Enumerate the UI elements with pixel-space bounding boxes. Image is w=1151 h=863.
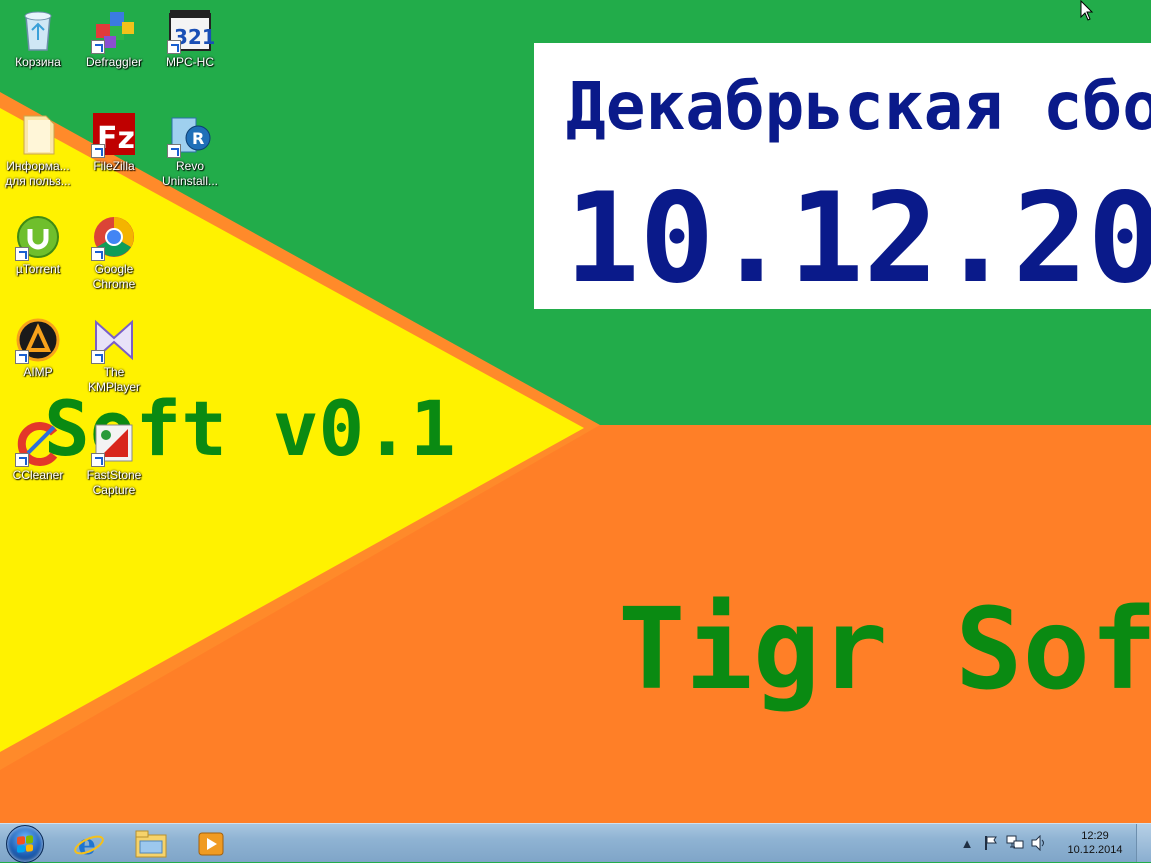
icon-label: MPC-HC [166, 55, 214, 69]
desktop-icon-folder[interactable]: Информа... для польз... [1, 110, 75, 189]
desktop-icon-faststone-capture[interactable]: FastStone Capture [77, 419, 151, 498]
wallpaper-date: 10.12.201 [565, 167, 1151, 311]
svg-text:R: R [192, 129, 204, 148]
defraggler-icon [90, 6, 138, 54]
media-player-icon [198, 832, 224, 856]
utorrent-icon [14, 213, 62, 261]
recycle-bin-icon [14, 6, 62, 54]
faststone-capture-icon [90, 419, 138, 467]
shortcut-arrow-icon [91, 40, 105, 54]
icon-label: µTorrent [15, 262, 61, 276]
show-desktop-button[interactable] [1136, 824, 1151, 862]
shortcut-arrow-icon [91, 247, 105, 261]
icon-label: Google Chrome [92, 262, 136, 291]
shortcut-arrow-icon [15, 453, 29, 467]
icon-label: CCleaner [12, 468, 64, 482]
icon-label: Defraggler [85, 55, 143, 69]
mouse-cursor-icon [1080, 0, 1094, 21]
icon-label: FileZilla [93, 159, 135, 173]
desktop-icon-revo-uninstaller[interactable]: R Revo Uninstall... [153, 110, 227, 189]
explorer-folder-icon [135, 830, 167, 858]
icon-label: Revo Uninstall... [161, 159, 219, 188]
internet-explorer-icon: e [74, 828, 104, 860]
icon-label: FastStone Capture [86, 468, 142, 497]
desktop-icon-kmplayer[interactable]: The KMPlayer [77, 316, 151, 395]
wallpaper-brand: Tigr Soft [618, 585, 1151, 715]
shortcut-arrow-icon [167, 40, 181, 54]
desktop-icon-aimp[interactable]: AIMP [1, 316, 75, 380]
network-icon[interactable] [1004, 832, 1026, 854]
icon-label: The KMPlayer [87, 365, 140, 394]
volume-icon[interactable] [1028, 832, 1050, 854]
chrome-icon [90, 213, 138, 261]
notification-area: ▲ 12:29 10.12.2014 [955, 824, 1131, 862]
desktop[interactable]: Декабрьская сбор 10.12.201 Soft v0.1 Tig… [0, 0, 1151, 823]
taskbar-internet-explorer[interactable]: e [62, 826, 116, 862]
aimp-icon [14, 316, 62, 364]
action-center-flag-icon[interactable] [980, 832, 1002, 854]
mpc-hc-icon: 321 [166, 6, 214, 54]
ccleaner-icon [14, 419, 62, 467]
shortcut-arrow-icon [91, 144, 105, 158]
taskbar: e ▲ 12:29 10.12.2014 [0, 823, 1151, 863]
shortcut-arrow-icon [15, 247, 29, 261]
icon-label: AIMP [23, 365, 53, 379]
desktop-icon-chrome[interactable]: Google Chrome [77, 213, 151, 292]
desktop-icon-utorrent[interactable]: µTorrent [1, 213, 75, 277]
taskbar-explorer[interactable] [124, 826, 178, 862]
desktop-icon-mpc-hc[interactable]: 321 MPC-HC [153, 6, 227, 70]
icon-label: Информа... для польз... [5, 159, 71, 188]
desktop-icon-filezilla[interactable]: Fz FileZilla [77, 110, 151, 174]
folder-icon [14, 110, 62, 158]
system-clock[interactable]: 12:29 10.12.2014 [1059, 829, 1131, 857]
shortcut-arrow-icon [167, 144, 181, 158]
clock-time: 12:29 [1081, 830, 1109, 842]
start-button[interactable] [2, 825, 48, 863]
clock-date: 10.12.2014 [1067, 844, 1123, 856]
revo-uninstaller-icon: R [166, 110, 214, 158]
filezilla-icon: Fz [90, 110, 138, 158]
shortcut-arrow-icon [91, 350, 105, 364]
desktop-icon-ccleaner[interactable]: CCleaner [1, 419, 75, 483]
shortcut-arrow-icon [91, 453, 105, 467]
show-hidden-icons-arrow[interactable]: ▲ [956, 832, 978, 854]
shortcut-arrow-icon [15, 350, 29, 364]
taskbar-media-player[interactable] [184, 826, 238, 862]
windows-start-icon [6, 825, 44, 863]
wallpaper-heading: Декабрьская сбор [566, 68, 1151, 145]
kmplayer-icon [90, 316, 138, 364]
desktop-icon-defraggler[interactable]: Defraggler [77, 6, 151, 70]
icon-label: Корзина [15, 55, 61, 69]
desktop-icon-recycle-bin[interactable]: Корзина [1, 6, 75, 70]
